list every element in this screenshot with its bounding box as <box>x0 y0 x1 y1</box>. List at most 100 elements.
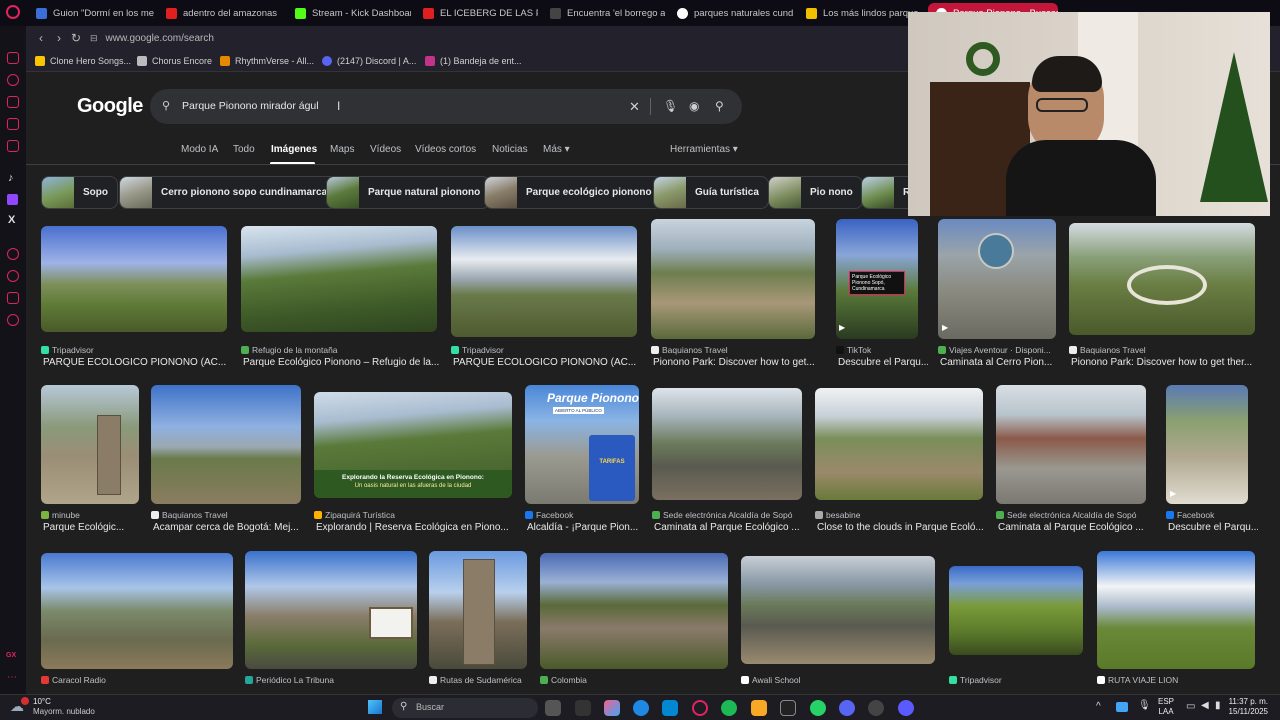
chip-parque-natural[interactable]: Parque natural pionono <box>326 176 491 209</box>
result-image[interactable]: Parque Ecológico Pionono Sopó, Cundinama… <box>836 219 918 339</box>
sidebar-messenger-icon[interactable] <box>7 118 19 130</box>
sidebar-twitch-icon[interactable] <box>7 194 18 205</box>
result-title[interactable]: Parque Ecológico Pionono – Refugio de la… <box>243 357 439 368</box>
result-title[interactable]: Caminata al Parque Ecológico ... <box>654 522 804 533</box>
chip-sopo[interactable]: Sopo <box>41 176 118 209</box>
spotify-icon[interactable] <box>721 700 737 716</box>
result-title[interactable]: Descubre el Parqu... <box>838 357 928 368</box>
image-result[interactable]: besabine Close to the clouds in Parque E… <box>815 388 985 537</box>
tab-parques-naturales[interactable]: parques naturales cundin <box>677 3 793 23</box>
image-result[interactable]: Sede electrónica Alcaldía de Sopó Camina… <box>652 388 802 537</box>
result-source[interactable]: Periódico La Tribuna <box>245 675 334 685</box>
clear-icon[interactable]: ✕ <box>629 99 640 115</box>
result-title[interactable]: Explorando | Reserva Ecológica en Piono.… <box>316 522 514 533</box>
result-image[interactable] <box>41 385 139 504</box>
result-image[interactable] <box>949 566 1083 655</box>
sidebar-gx-icon[interactable]: GX <box>6 652 16 659</box>
tab-noticias[interactable]: Noticias <box>492 144 528 155</box>
chip-cerro-pionono[interactable]: Cerro pionono sopo cundinamarca <box>119 176 338 209</box>
result-image[interactable] <box>245 551 417 669</box>
result-title[interactable]: Close to the clouds in Parque Ecoló... <box>817 522 985 533</box>
tab-iceberg[interactable]: EL ICEBERG DE LAS PELÍ <box>423 3 538 23</box>
image-result[interactable]: Baquianos Travel Acampar cerca de Bogotá… <box>151 385 301 537</box>
bookmark-clone-hero[interactable]: Clone Hero Songs... <box>35 54 131 68</box>
result-image[interactable] <box>429 551 527 669</box>
result-source[interactable]: Tripadvisor <box>949 675 1002 685</box>
result-source[interactable]: Rutas de Sudamérica <box>429 675 522 685</box>
result-source[interactable]: Facebook <box>1166 510 1214 520</box>
tab-guion[interactable]: Guion "Dormí en los mejo <box>36 3 154 23</box>
opera-gx-icon[interactable] <box>692 700 708 716</box>
result-source[interactable]: Colombia <box>540 675 587 685</box>
result-image[interactable] <box>1097 551 1255 669</box>
forward-icon[interactable]: › <box>50 31 68 45</box>
tab-modo-ia[interactable]: Modo IA <box>181 144 218 155</box>
image-result[interactable]: Explorando la Reserva Ecológica en Piono… <box>314 392 512 537</box>
result-title[interactable]: Caminata al Parque Ecológico ... <box>998 522 1148 533</box>
result-source[interactable]: besabine <box>815 510 861 520</box>
result-source[interactable]: Baquianos Travel <box>151 510 228 520</box>
tab-kick-dashboard[interactable]: Stream - Kick Dashboard <box>295 3 411 23</box>
task-view-icon[interactable] <box>545 700 561 716</box>
sidebar-x-icon[interactable]: X <box>8 214 15 226</box>
result-image[interactable] <box>151 385 301 504</box>
tab-todo[interactable]: Todo <box>233 144 255 155</box>
search-query-text[interactable]: Parque Pionono mirador águl <box>182 100 319 112</box>
image-result[interactable]: Caracol Radio <box>41 553 233 688</box>
image-result[interactable]: ▶ Viajes Aventour · Disponi... Caminata … <box>938 219 1056 372</box>
image-result[interactable]: Tripadvisor <box>949 566 1083 688</box>
result-image[interactable] <box>41 226 227 332</box>
store-icon[interactable] <box>662 700 678 716</box>
result-image[interactable]: Explorando la Reserva Ecológica en Piono… <box>314 392 512 498</box>
result-source[interactable]: Baquianos Travel <box>651 345 728 355</box>
result-source[interactable]: Awali School <box>741 675 801 685</box>
tray-mic-icon[interactable]: 🎙 <box>1138 700 1151 711</box>
image-result[interactable]: Baquianos Travel Pionono Park: Discover … <box>1069 223 1255 372</box>
bookmark-chorus-encore[interactable]: Chorus Encore <box>137 54 212 68</box>
result-source[interactable]: RUTA VIAJE LION <box>1097 675 1178 685</box>
image-result[interactable]: Parque Pionono ABIERTO AL PÚBLICO TARIFA… <box>525 385 639 537</box>
result-image[interactable]: Parque Pionono ABIERTO AL PÚBLICO TARIFA… <box>525 385 639 504</box>
tab-imagenes[interactable]: Imágenes <box>271 144 317 155</box>
result-source[interactable]: Caracol Radio <box>41 675 106 685</box>
image-result[interactable]: Sede electrónica Alcaldía de Sopó Camina… <box>996 385 1146 537</box>
tab-videos-cortos[interactable]: Vídeos cortos <box>415 144 476 155</box>
whatsapp-icon[interactable] <box>810 700 826 716</box>
sidebar-history-icon[interactable] <box>7 74 19 86</box>
clock[interactable]: 11:37 p. m. 15/11/2025 <box>1226 697 1268 717</box>
result-image[interactable] <box>41 553 233 669</box>
result-title[interactable]: Acampar cerca de Bogotá: Mej... <box>153 522 303 533</box>
image-result[interactable]: Colombia <box>540 553 728 688</box>
image-result[interactable]: Awali School <box>741 556 935 688</box>
tab-mas[interactable]: Más ▾ <box>543 144 570 155</box>
bookmark-discord[interactable]: (2147) Discord | A... <box>322 54 416 68</box>
result-source[interactable]: Sede electrónica Alcaldía de Sopó <box>652 510 792 520</box>
network-icon[interactable]: ▭ <box>1186 701 1195 712</box>
tab-maps[interactable]: Maps <box>330 144 354 155</box>
image-result[interactable]: Parque Ecológico Pionono Sopó, Cundinama… <box>836 219 928 372</box>
sidebar-clock-icon[interactable] <box>7 248 19 260</box>
result-image[interactable] <box>1069 223 1255 335</box>
image-result[interactable]: Rutas de Sudamérica <box>429 551 527 688</box>
result-source[interactable]: Facebook <box>525 510 573 520</box>
result-source[interactable]: Zipaquirá Turística <box>314 510 395 520</box>
result-title[interactable]: PARQUE ECOLOGICO PIONONO (AC... <box>453 357 639 368</box>
image-result[interactable]: ▶ Facebook Descubre el Parqu... <box>1166 385 1258 537</box>
result-source[interactable]: TikTok <box>836 345 871 355</box>
result-image[interactable] <box>451 226 637 337</box>
weather-desc[interactable]: Mayorm. nublado <box>33 707 95 716</box>
sidebar-tiktok-icon[interactable]: ♪ <box>8 172 14 184</box>
tray-app-icon[interactable] <box>1116 702 1128 712</box>
volume-icon[interactable]: ◀ <box>1201 700 1209 711</box>
result-source[interactable]: Baquianos Travel <box>1069 345 1146 355</box>
chip-pio-nono[interactable]: Pio nono <box>768 176 863 209</box>
result-title[interactable]: Alcaldía - ¡Parque Pion... <box>527 522 641 533</box>
tab-videos[interactable]: Vídeos <box>370 144 401 155</box>
sidebar-settings-icon[interactable] <box>7 314 19 326</box>
result-title[interactable]: PARQUE ECOLOGICO PIONONO (AC... <box>43 357 229 368</box>
result-image[interactable] <box>996 385 1146 504</box>
search-box[interactable]: ⚲ Parque Pionono mirador águl I ✕ 🎙 ◉ ⚲ <box>150 89 742 124</box>
search-submit-icon[interactable]: ⚲ <box>715 99 724 113</box>
sidebar-extensions-icon[interactable] <box>7 292 19 304</box>
image-result[interactable]: Periódico La Tribuna <box>245 551 417 688</box>
